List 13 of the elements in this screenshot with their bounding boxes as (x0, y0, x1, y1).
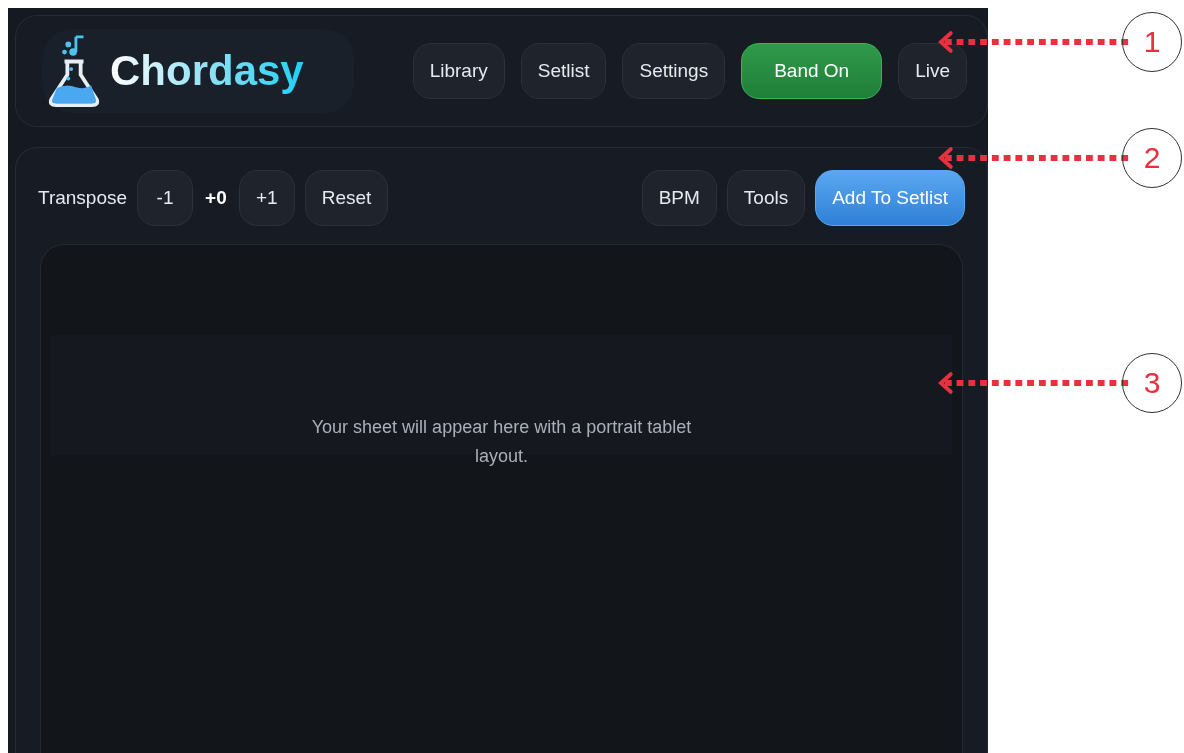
toggle-button[interactable]: Band On (741, 43, 883, 99)
toolbar-button[interactable]: +1 (238, 170, 295, 226)
sheet-message: Your sheet will appear here with a portrait tablet layout. (310, 416, 693, 468)
toolbar-button[interactable]: Reset (304, 170, 389, 226)
transpose-down-button[interactable]: -1 (137, 170, 194, 226)
transpose-value: +0 (204, 187, 228, 209)
nav-button[interactable]: Live (898, 43, 967, 99)
nav-button[interactable]: Settings (622, 43, 726, 99)
transpose-label: Transpose (38, 187, 128, 209)
nav-button[interactable]: Library (412, 43, 505, 99)
nav-button[interactable]: Setlist (520, 43, 607, 99)
toolbar-button[interactable]: BPM (641, 170, 717, 226)
toolbar-button[interactable]: Tools (726, 170, 806, 226)
